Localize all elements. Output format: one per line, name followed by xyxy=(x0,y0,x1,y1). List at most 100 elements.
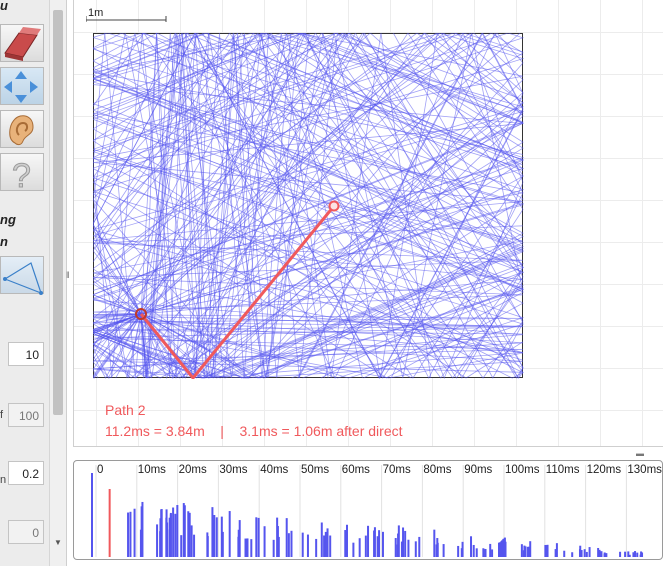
impulse-bar xyxy=(193,534,196,557)
ear-icon xyxy=(9,115,34,146)
impulse-bar xyxy=(524,546,527,557)
impulse-bar xyxy=(257,517,260,557)
impulse-bar xyxy=(579,550,582,557)
input-field-2[interactable]: 100 xyxy=(8,403,44,427)
scale-bar-label: 1m xyxy=(88,7,103,19)
impulse-bar xyxy=(345,535,348,557)
echogram-tick-label: 130ms xyxy=(627,464,662,476)
impulse-bar xyxy=(180,535,183,557)
input-field-4[interactable]: 0 xyxy=(8,520,44,544)
impulse-bar xyxy=(489,543,492,557)
scroll-thumb[interactable] xyxy=(53,10,63,415)
impulse-bar xyxy=(165,517,168,557)
splitter-handle[interactable]: ‖ xyxy=(66,270,70,280)
echogram-tick-label: 100ms xyxy=(505,464,540,476)
panel-scrollbar[interactable]: ▼ xyxy=(49,0,66,566)
echogram-tick-label: 40ms xyxy=(260,464,288,476)
tool-panel: u ? ng n 10 f 100 n 0.2 0 ▼ xyxy=(0,0,67,566)
impulse-bar xyxy=(272,539,275,557)
impulse-bar xyxy=(190,525,193,557)
impulse-bar xyxy=(554,549,557,557)
pane-resize-handle[interactable]: ▬ xyxy=(636,449,644,458)
echogram-tick-label: 10ms xyxy=(138,464,166,476)
help-tool-button[interactable]: ? xyxy=(0,153,44,196)
impulse-bar xyxy=(187,511,190,557)
impulse-bar xyxy=(418,536,421,557)
impulse-bar xyxy=(394,538,397,557)
echogram-tick-label: 120ms xyxy=(587,464,622,476)
move-arrows-icon xyxy=(4,71,38,103)
impulse-bar xyxy=(545,545,548,557)
impulse-bar xyxy=(176,505,179,557)
impulse-bar xyxy=(407,539,410,557)
impulse-bar xyxy=(482,548,485,557)
impulse-bar xyxy=(433,529,436,557)
impulse-bar xyxy=(619,551,622,557)
listener-tool-button[interactable] xyxy=(0,110,44,148)
impulse-bar xyxy=(352,542,355,557)
impulse-bar xyxy=(472,544,475,557)
impulse-bar xyxy=(276,517,279,557)
impulse-bar xyxy=(373,530,376,557)
impulse-bar xyxy=(306,534,309,557)
impulse-bar xyxy=(381,531,384,557)
eraser-icon xyxy=(4,27,41,61)
input-field-3[interactable]: 0.2 xyxy=(8,461,44,485)
impulse-bar xyxy=(246,538,249,557)
impulse-bar xyxy=(301,532,304,557)
path-tool-button[interactable] xyxy=(0,256,44,295)
impulse-bar xyxy=(603,552,606,557)
impulse-bar xyxy=(215,517,218,557)
impulse-bar xyxy=(228,511,231,557)
impulse-bar xyxy=(250,539,253,557)
impulse-bar xyxy=(320,522,323,557)
echogram-tick-label: 0 xyxy=(97,464,103,476)
impulse-bar xyxy=(588,547,591,557)
question-mark-icon: ? xyxy=(12,157,32,196)
scroll-down-arrow-icon[interactable]: ▼ xyxy=(54,538,62,547)
impulse-bar xyxy=(498,542,501,557)
impulse-bar xyxy=(636,552,639,557)
impulse-bar xyxy=(213,515,216,557)
impulse-bar xyxy=(563,550,566,557)
impulse-bar xyxy=(404,530,407,557)
impulse-bar xyxy=(290,530,293,557)
impulse-bar xyxy=(376,536,379,557)
impulse-bar xyxy=(182,503,185,557)
impulse-bar xyxy=(127,512,130,557)
impulse-bar xyxy=(461,541,464,557)
menu-label-fragment: u xyxy=(0,0,8,13)
move-tool-button[interactable] xyxy=(0,67,44,105)
scale-bar: 1m xyxy=(86,7,167,22)
input-field-1[interactable]: 10 xyxy=(8,342,44,366)
impulse-bar xyxy=(571,552,574,557)
impulse-bar xyxy=(364,535,367,557)
impulse-bar xyxy=(442,544,445,557)
impulse-bar xyxy=(156,524,159,557)
impulse-bar xyxy=(329,535,332,557)
echogram-tick-label: 110ms xyxy=(546,464,580,476)
impulse-bar xyxy=(358,538,361,557)
echogram-tick-label: 30ms xyxy=(219,464,247,476)
impulse-bar xyxy=(285,518,288,557)
section-label-2: n xyxy=(0,234,8,249)
echogram-tick-label: 50ms xyxy=(301,464,329,476)
impulse-bar xyxy=(326,528,329,557)
svg-text:?: ? xyxy=(12,157,31,192)
impulse-bar xyxy=(599,553,602,557)
field-3-label: n xyxy=(0,474,7,486)
impulse-bar xyxy=(367,525,370,557)
impulse-bar xyxy=(244,538,247,557)
echogram-tick-label: 60ms xyxy=(342,464,370,476)
impulse-bar xyxy=(522,550,525,557)
impulse-bar xyxy=(491,549,494,557)
room-canvas[interactable] xyxy=(93,33,524,379)
echogram-tick-label: 90ms xyxy=(464,464,492,476)
eraser-tool-button[interactable] xyxy=(0,24,44,62)
echogram-panel: 0 10ms 20ms 30ms 40ms 50ms 60ms 70ms 80ms 90ms 100… xyxy=(73,460,663,560)
field-2-label: f xyxy=(0,409,4,421)
impulse-bar xyxy=(255,517,258,557)
impulse-bar xyxy=(174,513,177,557)
impulse-bar xyxy=(211,507,214,557)
impulse-bar xyxy=(585,551,588,557)
